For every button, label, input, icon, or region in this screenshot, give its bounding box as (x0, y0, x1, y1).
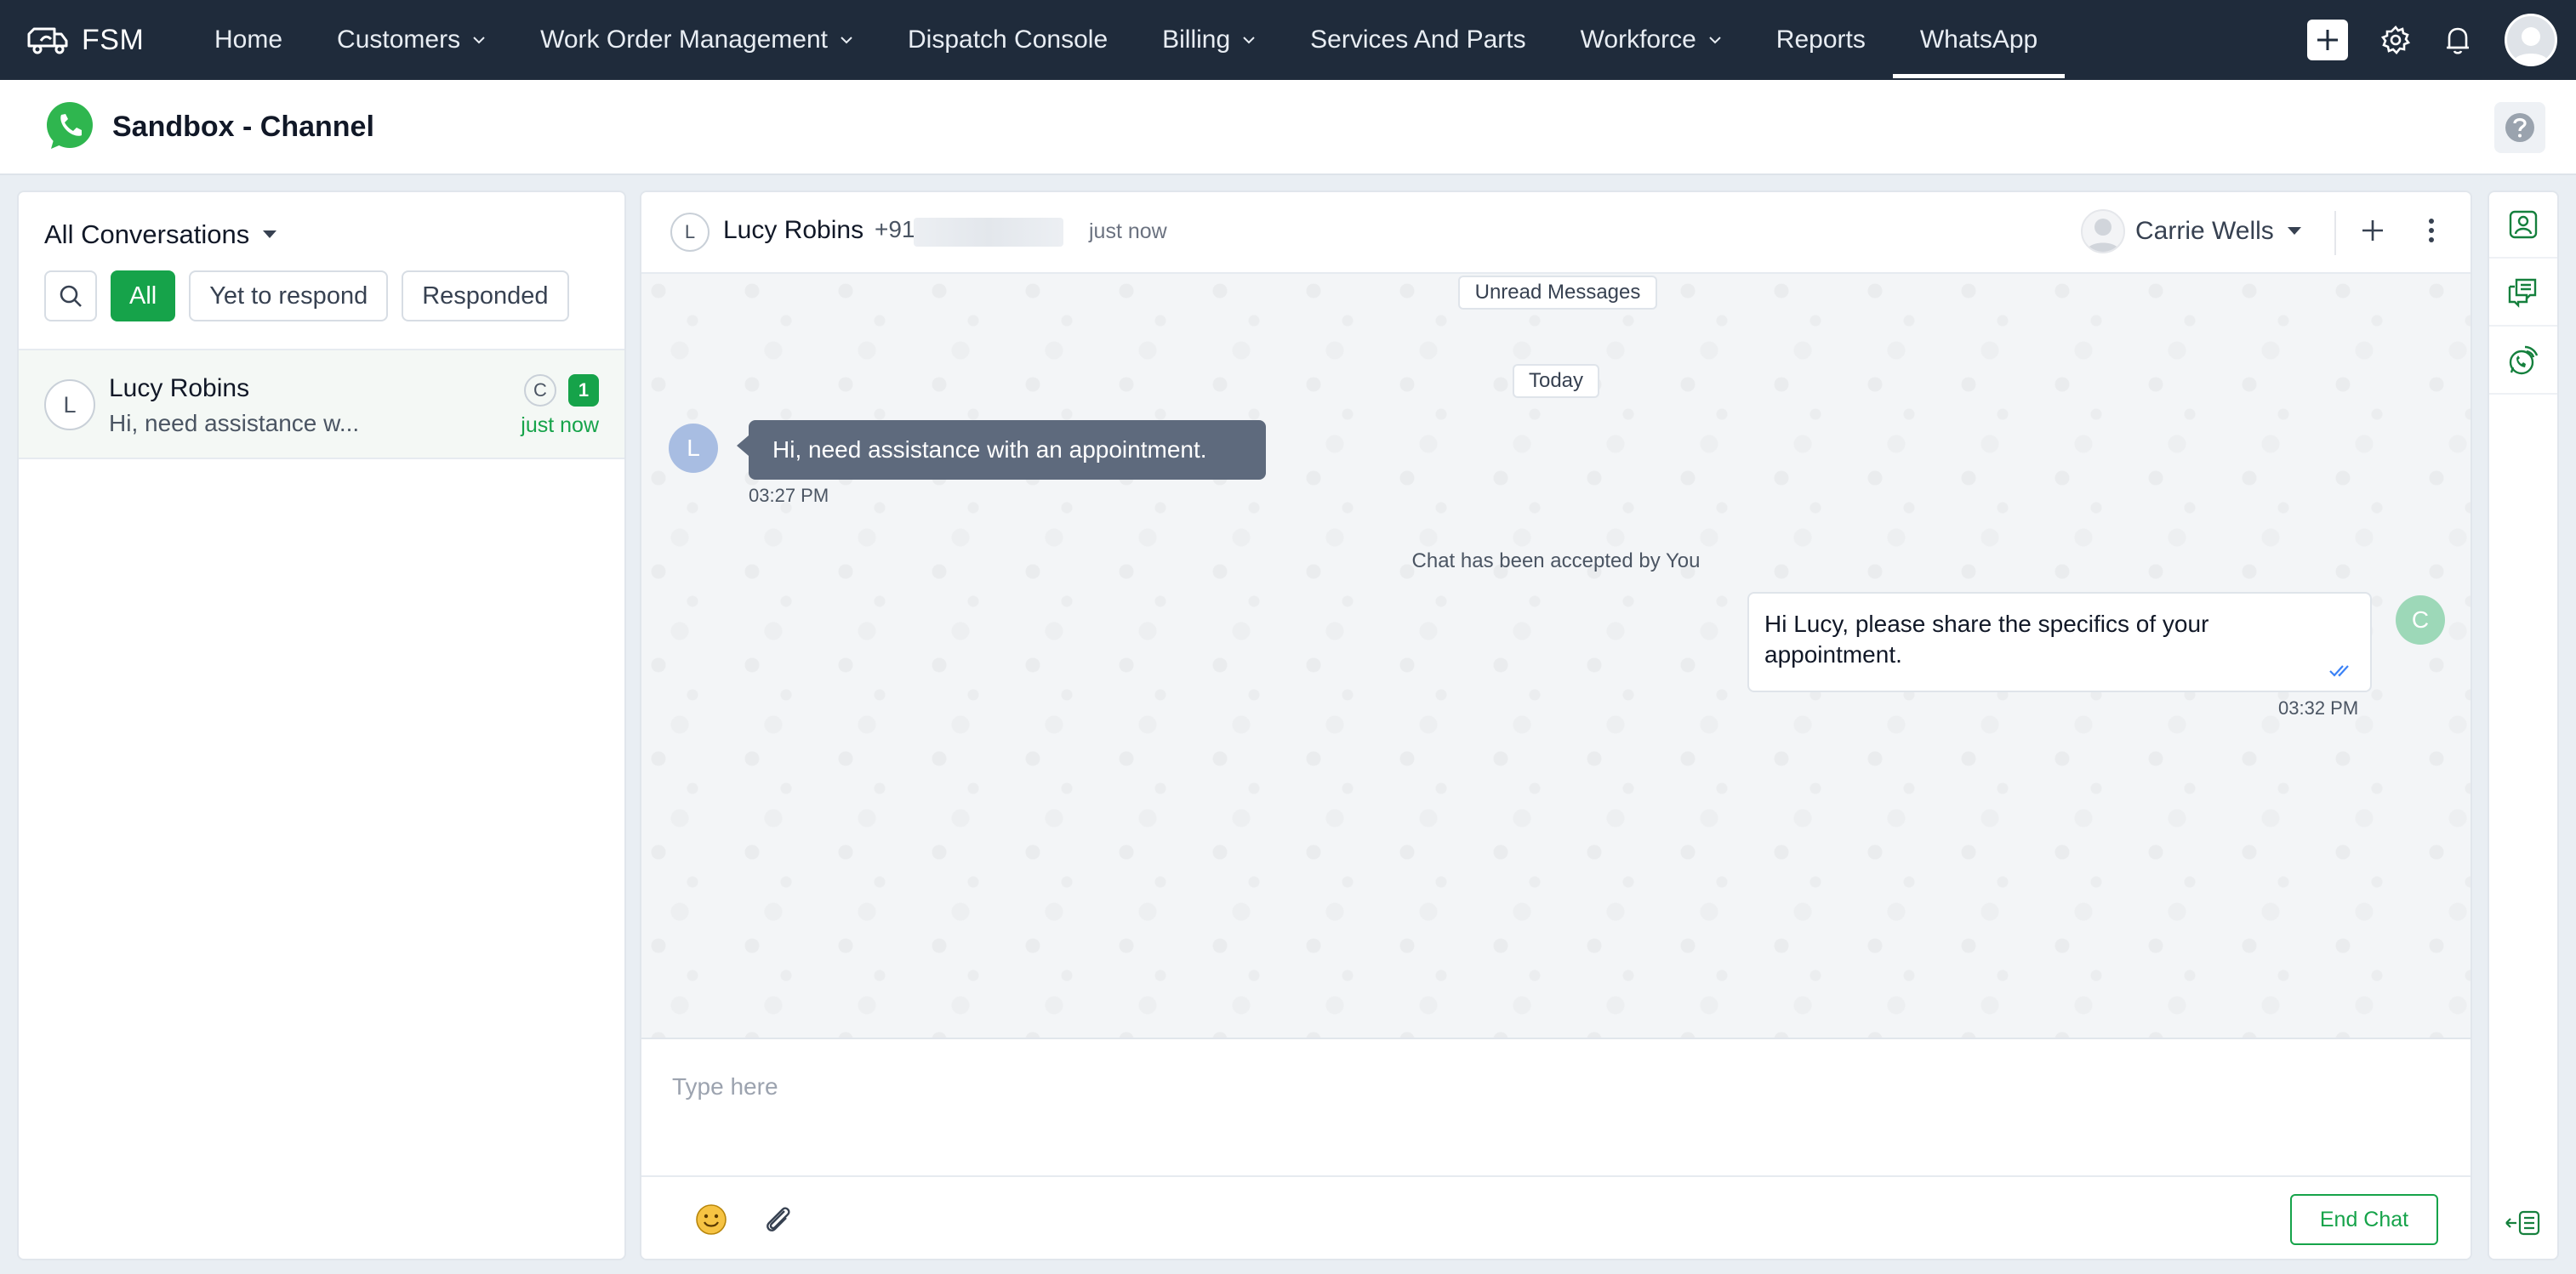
unread-messages-marker: Unread Messages (1458, 276, 1657, 310)
nav-item-label: Reports (1775, 26, 1866, 54)
page-title: Sandbox - Channel (112, 110, 374, 143)
channel-header: Sandbox - Channel (0, 80, 2576, 175)
message-preview: Hi, need assistance w... (109, 410, 360, 436)
contact-icon (2507, 208, 2539, 241)
assignee-avatar (2081, 209, 2125, 253)
contact-name[interactable]: Lucy Robins (723, 216, 863, 245)
assigned-agent-badge: C (524, 374, 556, 407)
truck-logo-icon (26, 24, 70, 56)
filter-yet-to-respond[interactable]: Yet to respond (189, 270, 389, 321)
caret-down-icon (2287, 227, 2301, 236)
chevron-down-icon (840, 36, 853, 44)
nav-item-workforce[interactable]: Workforce (1553, 0, 1749, 80)
conversation-filter-label: All Conversations (44, 219, 250, 249)
gear-icon[interactable] (2380, 25, 2411, 55)
system-message: Chat has been accepted by You (1411, 549, 1701, 572)
chat-panel: L Lucy Robins +91 just now Carrie Wells … (640, 191, 2472, 1260)
composer-toolbar: End Chat (641, 1175, 2471, 1259)
brand-name: FSM (82, 23, 145, 56)
top-nav: FSM Home Customers Work Order Management Di… (0, 0, 2576, 80)
end-chat-button[interactable]: End Chat (2290, 1194, 2438, 1245)
outgoing-message[interactable]: Hi Lucy, please share the specifics of y… (1747, 592, 2372, 692)
last-seen-time: just now (1089, 219, 1167, 243)
nav-menu: Home Customers Work Order Management Dispat… (187, 0, 2066, 80)
collapse-panel-icon[interactable] (2505, 1209, 2544, 1237)
nav-item-home[interactable]: Home (187, 0, 310, 80)
conversation-filter-dropdown[interactable]: All Conversations (44, 219, 277, 250)
contact-avatar: L (670, 213, 710, 252)
emoji-icon[interactable] (694, 1203, 728, 1237)
quick-create-button[interactable] (2307, 20, 2348, 60)
assignee-dropdown[interactable]: Carrie Wells (2081, 209, 2301, 253)
nav-item-label: Customers (337, 26, 461, 54)
whatsapp-icon (43, 100, 97, 154)
help-button[interactable] (2494, 102, 2545, 153)
contact-name: Lucy Robins (109, 374, 250, 402)
nav-item-customers[interactable]: Customers (310, 0, 513, 80)
contact-avatar: L (44, 379, 95, 430)
nav-item-label: Work Order Management (540, 26, 828, 54)
nav-item-services-and-parts[interactable]: Services And Parts (1283, 0, 1553, 80)
bell-icon[interactable] (2443, 25, 2472, 55)
incoming-message[interactable]: Hi, need assistance with an appointment. (737, 420, 1266, 480)
composer (641, 1039, 2471, 1175)
nav-item-label: Dispatch Console (908, 26, 1108, 54)
nav-item-whatsapp[interactable]: WhatsApp (1892, 0, 2066, 80)
message-input[interactable] (672, 1061, 2425, 1112)
assignee-name: Carrie Wells (2135, 217, 2274, 245)
divider (2334, 211, 2336, 255)
message-time: 03:27 PM (749, 485, 829, 506)
whatsapp-template-icon (2506, 344, 2540, 378)
sender-avatar: L (669, 424, 718, 473)
search-button[interactable] (44, 270, 97, 321)
nav-item-label: Billing (1162, 26, 1231, 54)
conversation-time: just now (521, 413, 599, 437)
contact-phone: +91 (875, 216, 915, 242)
nav-item-dispatch-console[interactable]: Dispatch Console (881, 0, 1135, 80)
message-text: Hi Lucy, please share the specifics of y… (1764, 611, 2209, 668)
right-sidebar (2488, 191, 2559, 1260)
nav-item-work-order-management[interactable]: Work Order Management (513, 0, 881, 80)
brand[interactable]: FSM (26, 24, 187, 57)
nav-item-label: Services And Parts (1310, 26, 1526, 54)
whatsapp-template-button[interactable] (2489, 328, 2557, 395)
chevron-down-icon (1242, 36, 1256, 44)
nav-item-label: Workforce (1580, 26, 1696, 54)
chevron-down-icon (472, 36, 486, 44)
chevron-down-icon (1708, 36, 1722, 44)
message-text: Hi, need assistance with an appointment. (772, 436, 1207, 463)
agent-avatar: C (2396, 595, 2445, 645)
nav-item-reports[interactable]: Reports (1749, 0, 1893, 80)
filter-all[interactable]: All (111, 270, 176, 321)
search-icon (58, 283, 83, 309)
plus-icon (2315, 27, 2340, 53)
unread-count-badge: 1 (568, 374, 599, 407)
message-area[interactable]: Unread Messages Today L Hi, need assista… (641, 274, 2471, 1039)
add-icon[interactable] (2358, 216, 2387, 245)
contact-details-button[interactable] (2489, 192, 2557, 259)
chat-notes-icon (2506, 276, 2540, 309)
filter-responded[interactable]: Responded (402, 270, 569, 321)
conversation-list-panel: All Conversations All Yet to respond Res… (17, 191, 626, 1260)
attachment-icon[interactable] (761, 1203, 795, 1237)
nav-item-label: Home (214, 26, 283, 54)
message-time: 03:32 PM (2278, 697, 2359, 719)
conversation-item[interactable]: L Lucy Robins Hi, need assistance w... C… (19, 349, 624, 459)
chat-notes-button[interactable] (2489, 260, 2557, 327)
nav-item-label: WhatsApp (1919, 26, 2038, 54)
read-receipt-icon (2329, 663, 2355, 679)
phone-redacted (914, 218, 1063, 247)
nav-item-billing[interactable]: Billing (1135, 0, 1283, 80)
nav-actions (2307, 0, 2557, 80)
caret-down-icon (263, 230, 277, 239)
chat-header: L Lucy Robins +91 just now Carrie Wells (641, 192, 2471, 274)
date-separator: Today (1513, 364, 1599, 398)
avatar[interactable] (2505, 14, 2557, 66)
help-icon (2504, 111, 2536, 144)
conversation-filters: All Yet to respond Responded (44, 270, 583, 321)
more-options-icon[interactable] (2421, 216, 2442, 245)
